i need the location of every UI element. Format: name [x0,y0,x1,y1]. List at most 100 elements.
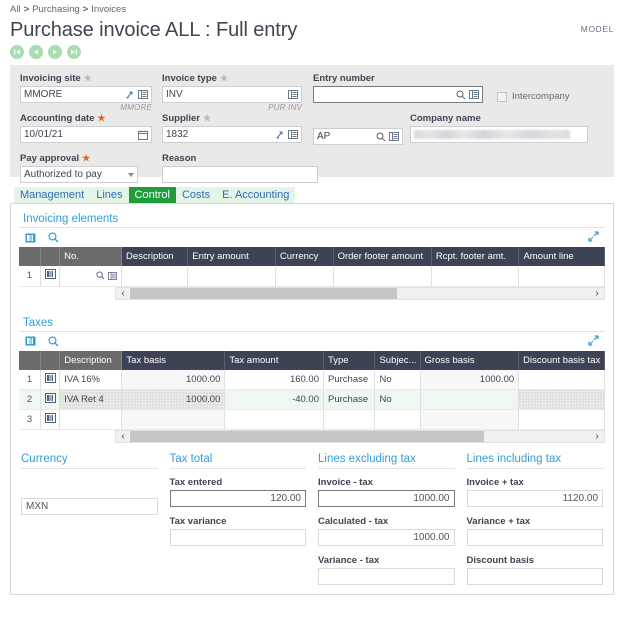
expand-icon[interactable] [588,334,599,349]
calculated-minus-tax-input[interactable]: 1000.00 [318,529,455,546]
cell-gross-basis[interactable] [420,409,520,430]
cell-tax-amount[interactable] [224,409,324,430]
lookup-icon[interactable] [389,132,399,141]
link-jump-icon[interactable] [276,130,285,140]
cell-discount-basis-tax[interactable] [518,389,605,410]
row-actions-cell[interactable] [40,266,61,287]
cell-tax-amount[interactable]: -40.00 [224,389,324,410]
table-row[interactable]: 3 [19,409,605,430]
col-order-footer-amount[interactable]: Order footer amount [333,247,432,266]
search-icon[interactable] [456,90,466,100]
intercompany-checkbox[interactable] [497,91,507,102]
scroll-right-icon[interactable]: › [590,431,604,442]
lookup-icon[interactable] [138,90,148,99]
invoicing-elements-hscrollbar[interactable]: ‹ › [115,286,605,300]
scroll-track[interactable] [130,287,590,299]
search-icon[interactable] [96,271,105,280]
invoicing-site-input[interactable]: MMORE [20,86,152,103]
search-icon[interactable] [48,335,59,347]
cell-description[interactable]: IVA Ret 4 [59,389,123,410]
lookup-icon[interactable] [469,90,479,99]
invoice-type-input[interactable]: INV [162,86,302,103]
scroll-thumb[interactable] [130,287,397,299]
tab-e-accounting[interactable]: E. Accounting [216,187,296,203]
scroll-thumb[interactable] [130,431,485,442]
col-no[interactable]: No. [59,247,123,266]
scroll-right-icon[interactable]: › [590,288,604,299]
row-actions-cell[interactable] [40,409,61,430]
cell-tax-basis[interactable]: 1000.00 [121,389,226,410]
cell-type[interactable]: Purchase [323,389,376,410]
cell-rcpt-footer-amt[interactable] [431,266,520,287]
cell-tax-basis[interactable] [121,409,226,430]
cell-type[interactable] [323,409,376,430]
cell-discount-basis-tax[interactable] [518,369,605,390]
tab-costs[interactable]: Costs [175,187,217,203]
tab-lines[interactable]: Lines [90,187,129,203]
cell-subject[interactable]: No [374,389,421,410]
taxes-hscrollbar[interactable]: ‹ › [115,430,605,443]
table-row[interactable]: 1 [19,266,605,287]
col-actions[interactable] [40,350,61,370]
cell-gross-basis[interactable]: 1000.00 [420,369,520,390]
breadcrumb-item-all[interactable]: All [10,4,21,15]
cell-subject[interactable]: No [374,369,421,390]
next-record-button[interactable] [48,45,62,59]
invoice-plus-tax-input[interactable]: 1120.00 [466,490,603,507]
col-gross-basis[interactable]: Gross basis [420,350,520,370]
tab-management[interactable]: Management [14,187,91,203]
col-tax-basis[interactable]: Tax basis [121,350,226,370]
cell-description[interactable]: IVA 16% [59,369,123,390]
breadcrumb-item-purchasing[interactable]: Purchasing [32,4,80,15]
company-name-input[interactable] [410,126,588,143]
cell-gross-basis[interactable] [420,389,520,410]
supplier-input[interactable]: 1832 [162,126,302,143]
variance-minus-tax-input[interactable] [318,568,455,585]
cell-order-footer-amount[interactable] [333,266,432,287]
col-select[interactable] [19,350,41,370]
cell-no[interactable] [59,266,123,287]
row-actions-cell[interactable] [40,369,61,390]
cell-entry-amount[interactable] [187,266,276,287]
col-description[interactable]: Description [59,350,123,370]
col-type[interactable]: Type [323,350,376,370]
lookup-icon[interactable] [108,271,117,280]
col-subject[interactable]: Subjec... [374,350,421,370]
row-actions-cell[interactable] [40,389,61,410]
reason-input[interactable] [162,166,318,183]
col-rcpt-footer-amt[interactable]: Rcpt. footer amt. [431,247,520,266]
invoice-minus-tax-input[interactable]: 1000.00 [318,490,455,507]
grid-view-icon[interactable] [25,336,36,346]
cell-tax-amount[interactable]: 160.00 [224,369,324,390]
chevron-down-icon[interactable] [128,172,134,177]
supplier-account-input[interactable]: AP [313,128,403,145]
last-record-button[interactable] [67,45,81,59]
grid-view-icon[interactable] [25,233,36,243]
col-amount-line[interactable]: Amount line [518,247,605,266]
col-discount-basis-tax[interactable]: Discount basis tax [518,350,605,370]
lookup-icon[interactable] [288,130,298,139]
currency-input[interactable]: MXN [21,498,158,515]
discount-basis-input[interactable] [466,568,603,585]
col-tax-amount[interactable]: Tax amount [224,350,324,370]
calendar-icon[interactable] [138,130,148,140]
intercompany-checkbox-wrap[interactable]: Intercompany [497,91,570,102]
cell-type[interactable]: Purchase [323,369,376,390]
tax-variance-input[interactable] [169,529,306,546]
cell-currency[interactable] [275,266,334,287]
col-select[interactable] [19,247,41,266]
cell-discount-basis-tax[interactable] [518,409,605,430]
accounting-date-input[interactable]: 10/01/21 [20,126,152,143]
tax-entered-input[interactable]: 120.00 [169,490,306,507]
col-currency[interactable]: Currency [275,247,334,266]
cell-tax-basis[interactable]: 1000.00 [121,369,226,390]
cell-subject[interactable] [374,409,421,430]
search-icon[interactable] [48,232,59,243]
breadcrumb-item-invoices[interactable]: Invoices [91,4,126,15]
scroll-left-icon[interactable]: ‹ [116,431,130,442]
variance-plus-tax-input[interactable] [466,529,603,546]
col-entry-amount[interactable]: Entry amount [187,247,276,266]
cell-amount-line[interactable] [518,266,605,287]
first-record-button[interactable] [10,45,24,59]
table-row[interactable]: 1 IVA 16% 1000.00 160.00 Purchase No 100… [19,369,605,390]
